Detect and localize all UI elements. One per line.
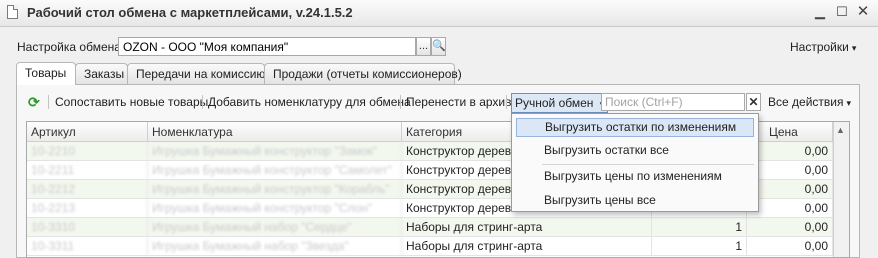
- column-header-nomenclature[interactable]: Номенклатура: [148, 122, 402, 142]
- menu-separator: [542, 164, 754, 165]
- article-cell: 10-2213: [27, 199, 148, 217]
- all-actions-label: Все действия: [768, 95, 844, 109]
- open-search-icon[interactable]: 🔍: [431, 37, 446, 56]
- category-cell: Наборы для стринг-арта: [402, 237, 652, 255]
- exchange-setting-field[interactable]: OZON - ООО "Моя компания": [118, 37, 416, 56]
- settings-menu-label: Настройки: [790, 40, 849, 54]
- clear-search-icon[interactable]: ✕: [746, 93, 761, 111]
- nomenclature-cell: Игрушка Бумажный конструктор "Слон": [148, 199, 402, 217]
- menu-item-export-prices-all[interactable]: Выгрузить цены все: [516, 191, 754, 210]
- settings-menu[interactable]: Настройки ▾: [790, 40, 856, 54]
- table-row[interactable]: 10-3310 Игрушка Бумажный набор "Сердце" …: [27, 218, 833, 237]
- manual-exchange-dropdown[interactable]: Ручной обмен ▾: [511, 93, 609, 113]
- tab-commission-sales[interactable]: Продажи (отчеты комиссионеров): [264, 63, 462, 84]
- column-header-price-label: Цена: [769, 125, 798, 139]
- chevron-down-icon: ▾: [846, 98, 851, 108]
- nomenclature-cell: Игрушка Бумажный конструктор "Корабль": [148, 180, 402, 198]
- search-input[interactable]: Поиск (Ctrl+F): [601, 93, 745, 111]
- article-cell: 10-2211: [27, 161, 148, 179]
- select-button[interactable]: ...: [416, 37, 431, 56]
- menu-item-export-prices-changes[interactable]: Выгрузить цены по изменениям: [516, 167, 754, 186]
- document-icon: [7, 5, 18, 19]
- vertical-scrollbar[interactable]: ▲: [833, 122, 849, 257]
- price-cell: 0,00: [747, 142, 833, 160]
- match-new-products-button[interactable]: Сопоставить новые товары: [55, 92, 208, 112]
- column-header-price[interactable]: Цена: [747, 122, 833, 142]
- nomenclature-cell: Игрушка Бумажный конструктор "Замок": [148, 142, 402, 160]
- price-cell: 0,00: [747, 161, 833, 179]
- category-cell: Наборы для стринг-арта: [402, 218, 652, 236]
- menu-item-export-stock-all[interactable]: Выгрузить остатки все: [516, 141, 754, 160]
- article-cell: 10-2210: [27, 142, 148, 160]
- tab-products[interactable]: Товары: [16, 62, 76, 85]
- toolbar-separator: [506, 95, 507, 109]
- manual-exchange-label: Ручной обмен: [515, 96, 594, 110]
- article-cell: 10-2212: [27, 180, 148, 198]
- title-bar: Рабочий стол обмена с маркетплейсами, v.…: [0, 0, 878, 27]
- article-cell: 10-3311: [27, 237, 148, 255]
- exchange-setting-label: Настройка обмена:: [17, 40, 125, 54]
- window-title: Рабочий стол обмена с маркетплейсами, v.…: [27, 5, 353, 20]
- menu-item-export-stock-changes[interactable]: Выгрузить остатки по изменениям: [516, 118, 754, 137]
- toolbar-separator: [202, 95, 203, 109]
- article-cell: 10-3310: [27, 218, 148, 236]
- nomenclature-cell: Игрушка Бумажный набор "Звезда": [148, 237, 402, 255]
- tab-commission-transfers[interactable]: Передачи на комиссию: [127, 63, 265, 84]
- chevron-down-icon: ▾: [851, 43, 857, 53]
- scroll-up-icon[interactable]: ▲: [836, 125, 845, 135]
- move-to-archive-button[interactable]: Перенести в архив: [406, 92, 511, 112]
- add-nomenclature-button[interactable]: Добавить номенклатуру для обмена: [208, 92, 411, 112]
- nomenclature-cell: Игрушка Бумажный конструктор "Самолет": [148, 161, 402, 179]
- nomenclature-cell: Игрушка Бумажный набор "Сердце": [148, 218, 402, 236]
- price-cell: 0,00: [747, 237, 833, 255]
- table-row[interactable]: 10-3311 Игрушка Бумажный набор "Звезда" …: [27, 237, 833, 256]
- minimize-icon[interactable]: ▁: [812, 4, 828, 20]
- all-actions-menu[interactable]: Все действия ▾: [768, 92, 851, 112]
- maximize-icon[interactable]: ☐: [834, 4, 850, 20]
- quantity-cell: 1: [652, 237, 747, 255]
- quantity-cell: 1: [652, 218, 747, 236]
- price-cell: 0,00: [747, 199, 833, 217]
- manual-exchange-menu: Выгрузить остатки по изменениям Выгрузит…: [511, 113, 759, 212]
- toolbar-separator: [48, 95, 49, 109]
- refresh-icon[interactable]: ⟳: [28, 92, 40, 112]
- column-header-article[interactable]: Артикул: [27, 122, 148, 142]
- price-cell: 0,00: [747, 180, 833, 198]
- price-cell: 0,00: [747, 218, 833, 236]
- tab-orders[interactable]: Заказы: [75, 63, 128, 84]
- toolbar-separator: [400, 95, 401, 109]
- close-icon[interactable]: ✕: [855, 4, 871, 20]
